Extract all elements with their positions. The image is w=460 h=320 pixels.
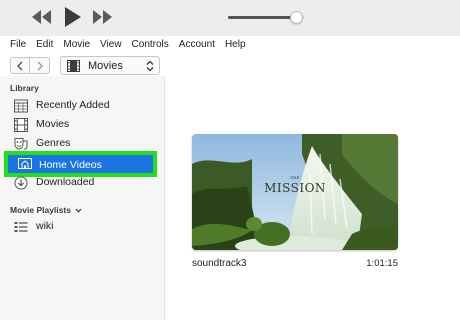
- sidebar-item-label: Movies: [36, 118, 70, 130]
- chevron-left-icon: [17, 61, 23, 70]
- library-header: Library: [10, 83, 39, 93]
- menu-view[interactable]: View: [100, 39, 122, 50]
- volume-fill: [228, 16, 297, 19]
- menu-movie[interactable]: Movie: [63, 39, 90, 50]
- menu-help[interactable]: Help: [225, 39, 246, 50]
- up-down-chevron-icon: [146, 60, 154, 72]
- download-icon: [14, 176, 28, 190]
- playlist-icon: [14, 222, 28, 232]
- media-selector-label: Movies: [88, 59, 123, 72]
- menu-bar: File Edit Movie View Controls Account He…: [0, 36, 460, 53]
- fast-forward-icon[interactable]: [92, 9, 114, 25]
- sidebar-item-downloaded[interactable]: Downloaded: [0, 174, 165, 192]
- player-controls-bar: [0, 0, 460, 36]
- movie-playlists-label: Movie Playlists: [10, 205, 71, 215]
- play-icon[interactable]: [62, 6, 82, 28]
- rewind-icon[interactable]: [30, 9, 52, 25]
- video-title[interactable]: soundtrack3: [192, 258, 246, 269]
- volume-knob[interactable]: [290, 11, 304, 24]
- video-duration: 1:01:15: [366, 258, 398, 269]
- sidebar-item-playlist-wiki[interactable]: wiki: [0, 218, 165, 236]
- home-video-icon: [18, 158, 32, 169]
- chevron-right-icon: [37, 61, 43, 70]
- back-button[interactable]: [10, 57, 30, 74]
- calendar-grid-icon: [14, 99, 28, 113]
- menu-controls[interactable]: Controls: [132, 39, 169, 50]
- sidebar-item-label: wiki: [36, 220, 54, 232]
- media-type-selector[interactable]: Movies: [60, 56, 160, 75]
- sidebar-item-label: Downloaded: [36, 176, 95, 188]
- main-content: THE MISSION soundtrack3 1:01:15: [166, 76, 460, 320]
- forward-button[interactable]: [30, 57, 50, 74]
- menu-edit[interactable]: Edit: [36, 39, 53, 50]
- menu-file[interactable]: File: [10, 39, 26, 50]
- video-thumbnail[interactable]: THE MISSION: [192, 134, 398, 250]
- thumbnail-title: MISSION: [264, 181, 326, 195]
- thumbnail-small-title: THE: [290, 175, 300, 180]
- chevron-down-icon: [75, 208, 82, 213]
- menu-account[interactable]: Account: [179, 39, 215, 50]
- navigation-row: Movies: [0, 54, 460, 76]
- sidebar-item-movies[interactable]: Movies: [0, 116, 165, 134]
- sidebar-item-recently-added[interactable]: Recently Added: [0, 97, 165, 115]
- sidebar-item-label: Home Videos: [39, 159, 102, 171]
- film-icon: [14, 118, 28, 132]
- sidebar-item-label: Recently Added: [36, 99, 110, 111]
- sidebar-item-label: Genres: [36, 137, 71, 149]
- film-icon: [67, 59, 80, 72]
- movie-playlists-header[interactable]: Movie Playlists: [10, 205, 82, 215]
- theater-masks-icon: [14, 138, 28, 150]
- sidebar: Library Recently Added Movies Genres Hom…: [0, 76, 165, 320]
